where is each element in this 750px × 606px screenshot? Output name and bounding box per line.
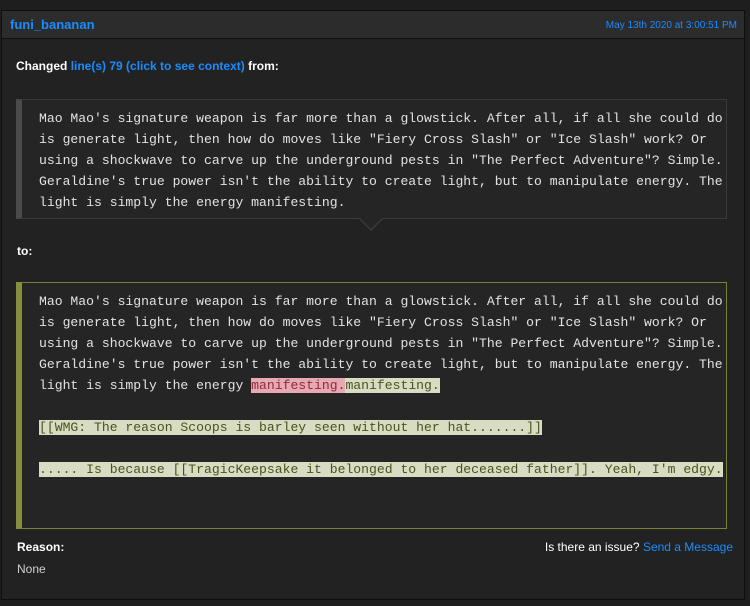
edit-timestamp[interactable]: May 13th 2020 at 3:00:51 PM xyxy=(606,20,737,31)
from-label: from: xyxy=(248,59,279,73)
inserted-text: ..... Is because [[TragicKeepsake it bel… xyxy=(39,462,723,477)
context-link[interactable]: line(s) 79 (click to see context) xyxy=(71,59,245,73)
reason-label: Reason: xyxy=(17,540,65,554)
inserted-text: [[WMG: The reason Scoops is barley seen … xyxy=(39,420,542,435)
original-text-box: Mao Mao's signature weapon is far more t… xyxy=(16,99,727,219)
panel-header: funi_bananan May 13th 2020 at 3:00:51 PM xyxy=(2,11,744,39)
username-link[interactable]: funi_bananan xyxy=(10,17,95,32)
send-message-link[interactable]: Send a Message xyxy=(643,540,733,554)
issue-text: Is there an issue? xyxy=(544,540,640,554)
changed-prefix: Changed xyxy=(16,59,68,73)
reason-value: None xyxy=(17,562,46,576)
deleted-text: manifesting. xyxy=(251,378,346,393)
new-text-box: Mao Mao's signature weapon is far more t… xyxy=(16,282,727,529)
change-summary: Changed line(s) 79 (click to see context… xyxy=(16,59,279,73)
original-text: Mao Mao's signature weapon is far more t… xyxy=(39,111,731,210)
issue-prompt: Is there an issue? Send a Message xyxy=(545,540,733,554)
inserted-text: manifesting. xyxy=(345,378,440,393)
to-label: to: xyxy=(17,244,33,258)
from-arrow xyxy=(360,218,382,229)
